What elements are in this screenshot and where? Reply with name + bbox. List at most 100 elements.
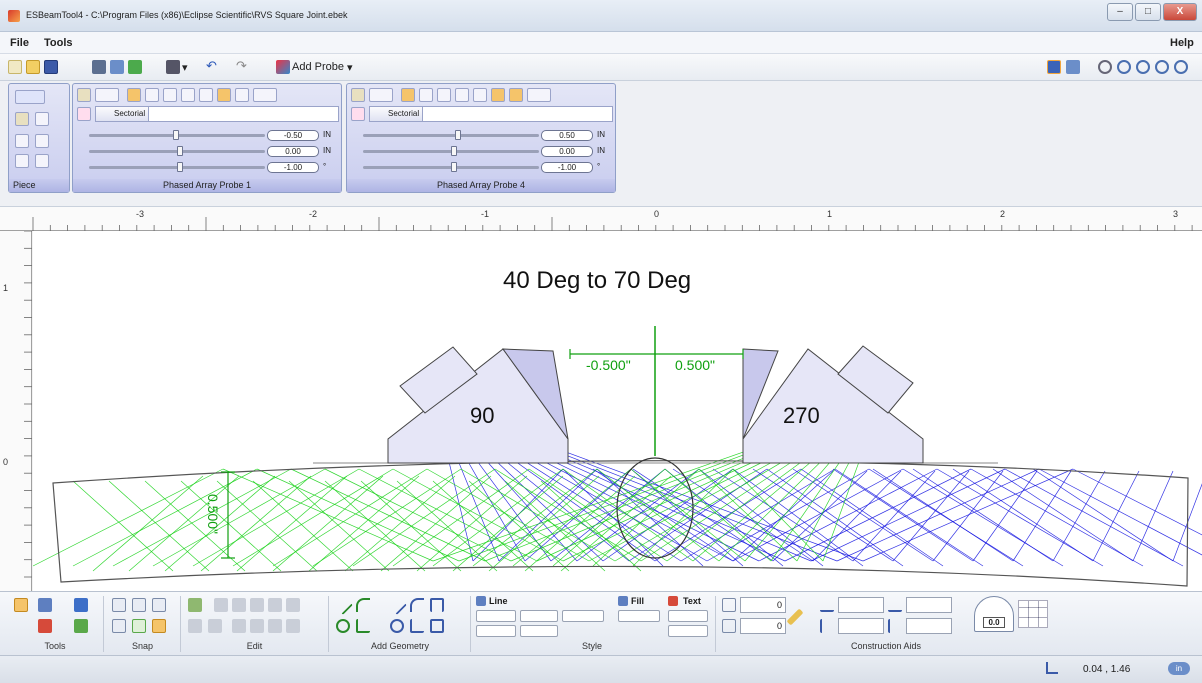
construction-value-2[interactable]: 0	[740, 618, 786, 634]
paste-icon[interactable]	[286, 598, 300, 612]
menu-tools[interactable]: Tools	[44, 37, 73, 49]
text-color-select[interactable]	[668, 610, 708, 622]
piece-edit-icon[interactable]	[15, 112, 29, 126]
layer-tool-icon[interactable]	[74, 598, 88, 612]
zoom-fit-icon[interactable]	[1174, 60, 1188, 74]
add-probe-icon[interactable]	[276, 60, 290, 74]
line-width-select[interactable]	[520, 610, 558, 622]
drawing-canvas[interactable]: 40 Deg to 70 Deg 90 270 -0.500" 0.500" 0…	[32, 231, 1202, 591]
grid-icon[interactable]	[1018, 600, 1048, 628]
piece-joint-icon[interactable]	[35, 134, 49, 148]
probe-1-color-icon[interactable]	[253, 88, 277, 102]
snap-grid-icon[interactable]	[152, 619, 166, 633]
snap-line-icon[interactable]	[112, 598, 126, 612]
add-bracket-icon[interactable]	[430, 598, 444, 612]
construction-angle-icon[interactable]	[722, 619, 736, 633]
h-distance-icon[interactable]	[820, 598, 834, 612]
probe-4-coverage-icon[interactable]	[473, 88, 487, 102]
probe-4-warning-icon[interactable]	[509, 88, 523, 102]
probe-4-slider-angle[interactable]: -1.00 °	[351, 162, 613, 173]
probe-4-color-icon[interactable]	[527, 88, 551, 102]
probe-4-slider-x[interactable]: 0.50 IN	[351, 130, 613, 141]
ungroup-icon[interactable]	[286, 619, 300, 633]
mirror-v-icon[interactable]	[232, 619, 246, 633]
edit-measure-icon[interactable]	[232, 598, 246, 612]
probe-4-scan-icon[interactable]	[491, 88, 505, 102]
v-distance-icon[interactable]	[820, 619, 834, 633]
probe-4-settings-icon[interactable]	[369, 88, 393, 102]
probe-4-slider-x-thumb[interactable]	[455, 130, 461, 140]
probe-4-view-icon[interactable]	[419, 88, 433, 102]
pen-tool-icon[interactable]	[38, 598, 52, 612]
add-arc2-icon[interactable]	[410, 598, 424, 612]
h-offset-icon[interactable]	[888, 598, 902, 612]
probe-4-focus-icon[interactable]	[455, 88, 469, 102]
probe-1-focus-icon[interactable]	[181, 88, 195, 102]
probe-4-wedge-icon[interactable]	[437, 88, 451, 102]
line-color-select[interactable]	[476, 610, 516, 622]
probe-4-tab-sectorial[interactable]: Sectorial	[370, 107, 424, 121]
edit-rotate-icon[interactable]	[208, 619, 222, 633]
probe-1-y-value[interactable]: 0.00	[267, 146, 319, 157]
h-offset-field[interactable]	[906, 597, 952, 613]
new-file-icon[interactable]	[8, 60, 22, 74]
probe-1-wedge-icon[interactable]	[163, 88, 177, 102]
piece-select-icon[interactable]	[15, 90, 45, 104]
probe-1-x-value[interactable]: -0.50	[267, 130, 319, 141]
save-icon[interactable]	[44, 60, 58, 74]
piece-delete-icon[interactable]	[35, 112, 49, 126]
probe-1-slider-angle-thumb[interactable]	[177, 162, 183, 172]
probe-1-coverage-icon[interactable]	[199, 88, 213, 102]
h-distance-field[interactable]	[838, 597, 884, 613]
view-3d-icon[interactable]	[1066, 60, 1080, 74]
add-line-icon[interactable]	[333, 595, 353, 615]
add-probe-dropdown-icon[interactable]: ▾	[347, 61, 353, 74]
probe-1-beam-icon[interactable]	[127, 88, 141, 102]
probe-1-settings-icon[interactable]	[95, 88, 119, 102]
screenshot-dropdown-icon[interactable]: ▾	[182, 61, 188, 74]
v-distance-field[interactable]	[838, 618, 884, 634]
probe-4-angle-value[interactable]: -1.00	[541, 162, 593, 173]
close-button[interactable]: X	[1163, 3, 1197, 21]
copy-icon[interactable]	[268, 598, 282, 612]
probe-1-view-icon[interactable]	[145, 88, 159, 102]
mirror-h-icon[interactable]	[250, 619, 264, 633]
add-circle2-icon[interactable]	[390, 619, 404, 633]
probe-1-tab-sectorial[interactable]: Sectorial	[96, 107, 150, 121]
print-icon[interactable]	[92, 60, 106, 74]
probe-4-beam-icon[interactable]	[401, 88, 415, 102]
probe-4-y-value[interactable]: 0.00	[541, 146, 593, 157]
add-arc-icon[interactable]	[356, 598, 370, 612]
probe-1-slider-x[interactable]: -0.50 IN	[77, 130, 339, 141]
screenshot-icon[interactable]	[166, 60, 180, 74]
probe-1-slider-x-thumb[interactable]	[173, 130, 179, 140]
probe-1-edit-icon[interactable]	[77, 88, 91, 102]
menu-file[interactable]: File	[10, 37, 29, 49]
maximize-button[interactable]: □	[1135, 3, 1161, 21]
probe-4-edit-icon[interactable]	[351, 88, 365, 102]
probe-4-x-value[interactable]: 0.50	[541, 130, 593, 141]
select-tool-icon[interactable]	[14, 598, 28, 612]
construction-value-1[interactable]: 0	[740, 597, 786, 613]
add-polygon2-icon[interactable]	[410, 619, 424, 633]
probe-1-angle-value[interactable]: -1.00	[267, 162, 319, 173]
line-end-select[interactable]	[520, 625, 558, 637]
probe-1-slider-y-thumb[interactable]	[177, 146, 183, 156]
probe-1-slider-y[interactable]: 0.00 IN	[77, 146, 339, 157]
open-folder-icon[interactable]	[26, 60, 40, 74]
zoom-in-icon[interactable]	[1136, 60, 1150, 74]
add-circle-icon[interactable]	[336, 619, 350, 633]
probe-1-element-icon[interactable]	[77, 107, 91, 121]
cut-icon[interactable]	[250, 598, 264, 612]
probe-4-slider-y[interactable]: 0.00 IN	[351, 146, 613, 157]
line-pattern-select[interactable]	[562, 610, 604, 622]
report-icon[interactable]	[110, 60, 124, 74]
snap-perp-icon[interactable]	[112, 619, 126, 633]
menu-help[interactable]: Help	[1170, 37, 1194, 49]
snap-angle-icon[interactable]	[152, 598, 166, 612]
redo-icon[interactable]: ↷	[236, 58, 247, 74]
probe-1-scan-icon[interactable]	[217, 88, 231, 102]
view-2d-icon[interactable]	[1047, 60, 1061, 74]
add-line2-icon[interactable]	[387, 595, 407, 615]
line-start-select[interactable]	[476, 625, 516, 637]
